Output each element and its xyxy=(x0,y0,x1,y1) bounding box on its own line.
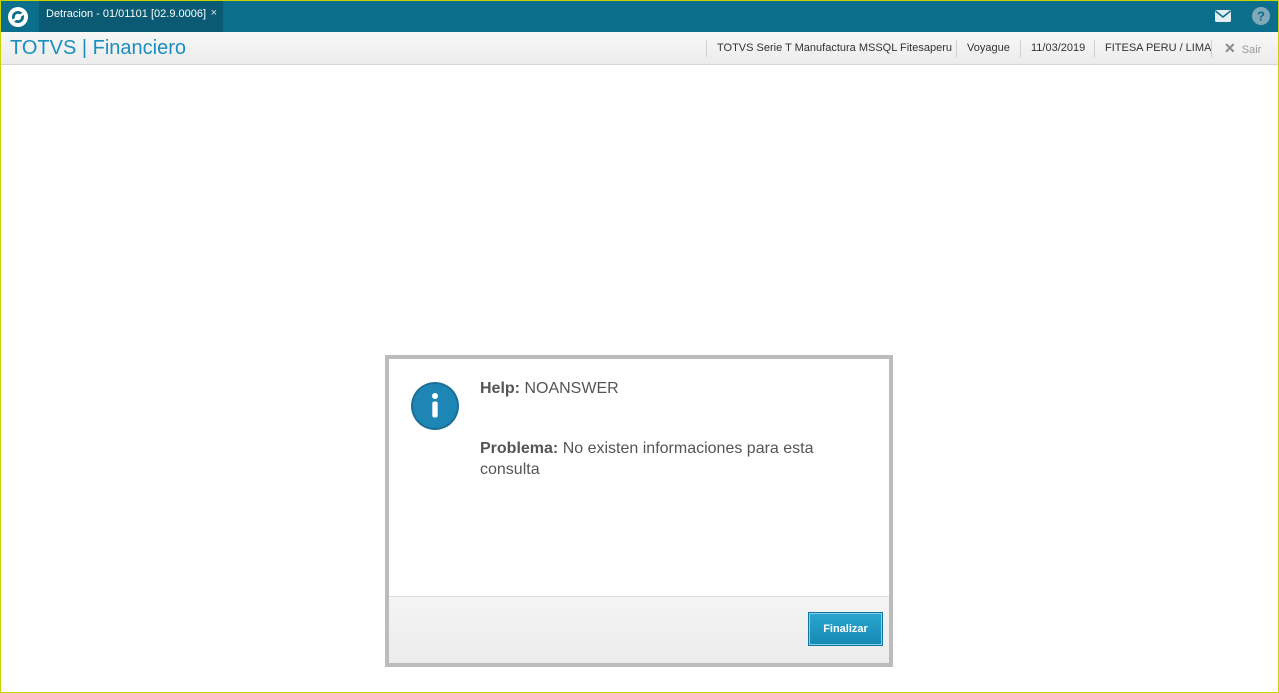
logout-button[interactable]: ✕ Sair xyxy=(1211,40,1261,57)
user-label: Voyague xyxy=(956,40,1020,57)
help-value: NOANSWER xyxy=(524,380,619,397)
help-label: Help: xyxy=(480,380,520,397)
problem-message: Problema: No existen informaciones para … xyxy=(480,438,860,480)
help-dialog: Help: NOANSWER Problema: No existen info… xyxy=(385,355,893,667)
company-label: FITESA PERU / LIMA xyxy=(1094,40,1221,57)
logout-label: Sair xyxy=(1241,44,1262,56)
dialog-body: Help: NOANSWER Problema: No existen info… xyxy=(389,359,889,596)
app-title: TOTVS | Financiero xyxy=(10,37,186,59)
info-icon xyxy=(411,382,459,430)
totvs-logo-icon[interactable] xyxy=(7,6,29,28)
dialog-footer: Finalizar xyxy=(389,596,889,663)
svg-text:?: ? xyxy=(1257,9,1265,24)
tab-detracion[interactable]: Detracion - 01/01101 [02.9.0006] × xyxy=(39,1,223,32)
close-icon: ✕ xyxy=(1224,40,1236,56)
help-message: Help: NOANSWER xyxy=(480,380,619,398)
tab-label: Detracion - 01/01101 [02.9.0006] xyxy=(46,8,207,20)
environment-label: TOTVS Serie T Manufactura MSSQL Fitesape… xyxy=(706,40,962,57)
mail-icon[interactable] xyxy=(1213,8,1233,24)
problem-label: Problema: xyxy=(480,440,559,457)
tab-close-icon[interactable]: × xyxy=(211,1,217,26)
app-header: TOTVS | Financiero TOTVS Serie T Manufac… xyxy=(1,32,1278,65)
date-label: 11/03/2019 xyxy=(1020,40,1095,57)
finalizar-button[interactable]: Finalizar xyxy=(808,612,883,646)
help-icon[interactable]: ? xyxy=(1251,6,1271,26)
top-bar: Detracion - 01/01101 [02.9.0006] × ? xyxy=(1,1,1278,32)
